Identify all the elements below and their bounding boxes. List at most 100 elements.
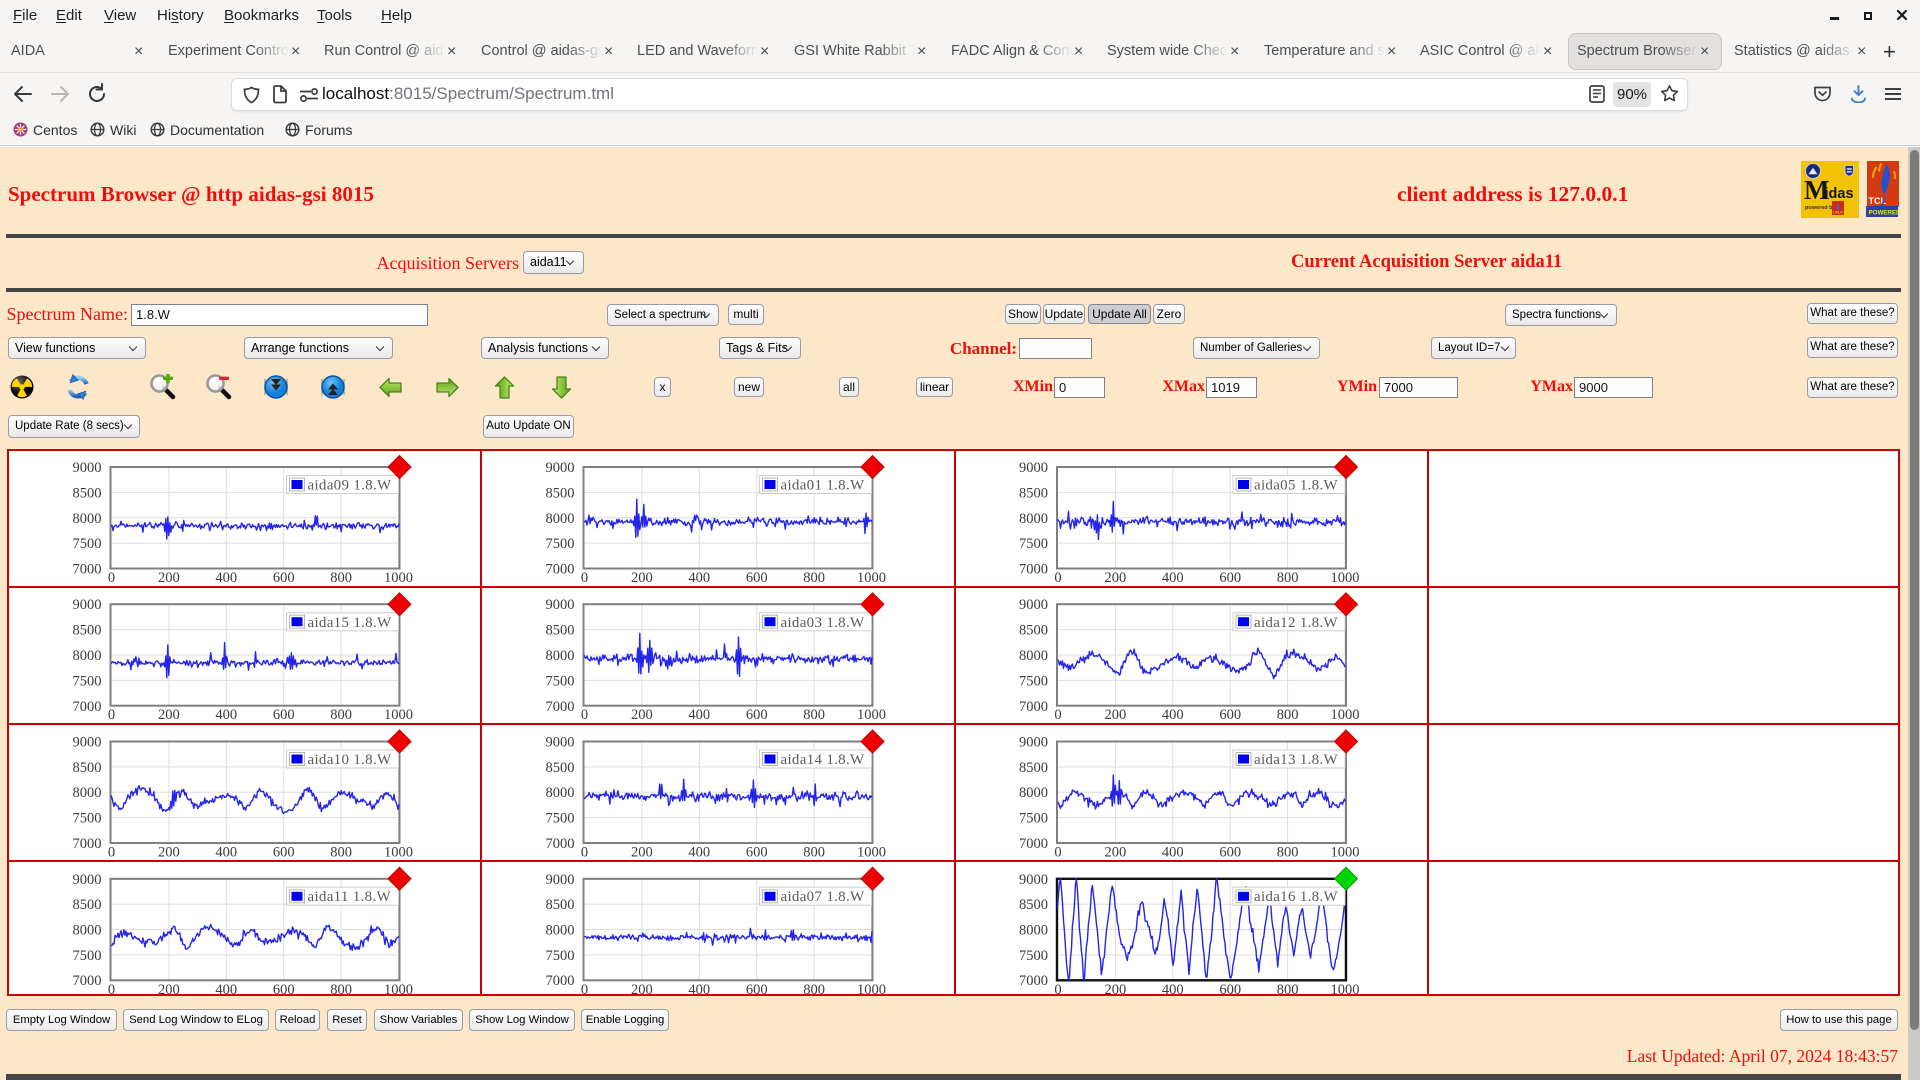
svg-text:8000: 8000 [73,923,102,939]
svg-text:8000: 8000 [546,648,575,664]
svg-text:7000: 7000 [1019,562,1048,578]
svg-text:400: 400 [1162,570,1184,586]
svg-text:400: 400 [688,707,710,723]
svg-text:1000: 1000 [384,982,413,998]
svg-text:200: 200 [1105,570,1127,586]
svg-text:7000: 7000 [73,562,102,578]
svg-text:800: 800 [330,845,352,861]
svg-text:8500: 8500 [73,760,102,776]
svg-text:9000: 9000 [546,735,575,751]
svg-text:8000: 8000 [546,923,575,939]
svg-text:8500: 8500 [73,623,102,639]
svg-text:7500: 7500 [73,536,102,552]
svg-text:800: 800 [803,982,825,998]
svg-text:7000: 7000 [73,836,102,852]
svg-text:8500: 8500 [546,485,575,501]
svg-text:1000: 1000 [384,845,413,861]
svg-text:800: 800 [330,982,352,998]
svg-text:0: 0 [108,982,115,998]
svg-text:8500: 8500 [1019,485,1048,501]
svg-text:8000: 8000 [73,648,102,664]
svg-text:7500: 7500 [73,948,102,964]
svg-text:7000: 7000 [1019,973,1048,989]
svg-text:aida07 1.8.W: aida07 1.8.W [781,889,866,905]
svg-text:600: 600 [746,845,768,861]
svg-text:9000: 9000 [546,597,575,613]
svg-text:aida03 1.8.W: aida03 1.8.W [781,615,866,631]
svg-text:7500: 7500 [1019,536,1048,552]
svg-text:aida15 1.8.W: aida15 1.8.W [308,615,393,631]
svg-text:7000: 7000 [1019,699,1048,715]
svg-text:9000: 9000 [1019,872,1048,888]
svg-text:aida14 1.8.W: aida14 1.8.W [781,752,866,768]
svg-text:8500: 8500 [73,485,102,501]
svg-text:1000: 1000 [857,707,886,723]
svg-text:9000: 9000 [546,460,575,476]
svg-text:8000: 8000 [1019,923,1048,939]
svg-text:0: 0 [1054,570,1061,586]
svg-text:9000: 9000 [546,872,575,888]
svg-text:200: 200 [158,707,180,723]
svg-text:600: 600 [273,845,295,861]
svg-text:7000: 7000 [546,836,575,852]
svg-text:800: 800 [330,707,352,723]
svg-text:0: 0 [1054,707,1061,723]
svg-text:9000: 9000 [73,872,102,888]
svg-text:200: 200 [158,570,180,586]
svg-text:aida16 1.8.W: aida16 1.8.W [1254,889,1339,905]
svg-text:600: 600 [1219,707,1241,723]
svg-text:1000: 1000 [857,982,886,998]
svg-text:7500: 7500 [73,673,102,689]
svg-text:600: 600 [1219,845,1241,861]
svg-text:800: 800 [1277,845,1299,861]
svg-text:600: 600 [746,982,768,998]
svg-text:400: 400 [215,845,237,861]
svg-text:0: 0 [581,707,588,723]
svg-text:600: 600 [1219,982,1241,998]
svg-text:600: 600 [746,707,768,723]
svg-text:0: 0 [108,845,115,861]
svg-text:800: 800 [1277,570,1299,586]
svg-text:400: 400 [1162,707,1184,723]
svg-text:0: 0 [108,707,115,723]
svg-text:9000: 9000 [73,460,102,476]
svg-text:400: 400 [688,845,710,861]
svg-text:7000: 7000 [73,699,102,715]
svg-text:600: 600 [273,982,295,998]
svg-text:8500: 8500 [546,897,575,913]
svg-text:0: 0 [1054,982,1061,998]
svg-text:800: 800 [330,570,352,586]
svg-text:400: 400 [215,570,237,586]
svg-text:0: 0 [581,570,588,586]
svg-text:8500: 8500 [73,897,102,913]
svg-text:7500: 7500 [1019,948,1048,964]
svg-text:8000: 8000 [1019,648,1048,664]
svg-text:200: 200 [158,845,180,861]
svg-text:600: 600 [746,570,768,586]
svg-text:aida13 1.8.W: aida13 1.8.W [1254,752,1339,768]
svg-text:8000: 8000 [1019,785,1048,801]
svg-text:200: 200 [631,570,653,586]
svg-text:8500: 8500 [1019,760,1048,776]
svg-text:0: 0 [581,982,588,998]
svg-text:200: 200 [631,982,653,998]
svg-text:0: 0 [581,845,588,861]
svg-text:800: 800 [1277,707,1299,723]
svg-text:aida12 1.8.W: aida12 1.8.W [1254,615,1339,631]
svg-text:8500: 8500 [546,760,575,776]
svg-text:7500: 7500 [1019,811,1048,827]
svg-text:0: 0 [1054,845,1061,861]
svg-text:200: 200 [631,707,653,723]
svg-text:400: 400 [215,707,237,723]
svg-text:7500: 7500 [1019,673,1048,689]
svg-text:400: 400 [1162,982,1184,998]
svg-text:9000: 9000 [73,735,102,751]
svg-text:7000: 7000 [546,562,575,578]
svg-text:9000: 9000 [1019,460,1048,476]
svg-text:aida09 1.8.W: aida09 1.8.W [308,478,393,494]
svg-text:1000: 1000 [857,845,886,861]
svg-text:aida10 1.8.W: aida10 1.8.W [308,752,393,768]
svg-text:7500: 7500 [73,811,102,827]
svg-text:400: 400 [688,570,710,586]
svg-text:1000: 1000 [1331,982,1360,998]
